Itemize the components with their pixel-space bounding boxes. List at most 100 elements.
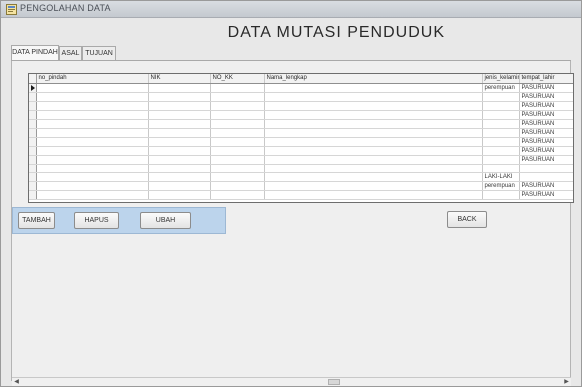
table-cell[interactable] [482, 110, 520, 120]
tab-tujuan[interactable]: TUJUAN [82, 46, 116, 61]
table-row[interactable]: PASURUAN [29, 146, 573, 156]
table-cell[interactable] [36, 190, 149, 200]
table-cell[interactable] [264, 110, 483, 120]
table-cell[interactable] [264, 83, 483, 93]
table-cell[interactable]: LAKI-LAKI [482, 172, 520, 182]
table-cell[interactable] [148, 146, 211, 156]
table-cell[interactable]: PASURUAN [519, 190, 573, 200]
table-cell[interactable] [148, 190, 211, 200]
table-cell[interactable] [36, 164, 149, 173]
column-header-no-kk[interactable]: NO_KK [210, 74, 265, 84]
row-selector[interactable] [29, 110, 37, 120]
row-selector[interactable] [29, 137, 37, 147]
column-header-tempat-lahir[interactable]: tempat_lahir [519, 74, 573, 84]
table-cell[interactable] [482, 155, 520, 165]
table-cell[interactable] [148, 128, 211, 138]
row-selector[interactable] [29, 101, 37, 111]
ubah-button[interactable]: UBAH [140, 212, 191, 229]
table-cell[interactable] [264, 172, 483, 182]
table-cell[interactable] [210, 190, 265, 200]
table-cell[interactable] [210, 110, 265, 120]
table-cell[interactable] [482, 190, 520, 200]
horizontal-scrollbar[interactable]: ◀ ▶ [12, 377, 571, 386]
table-cell[interactable] [264, 119, 483, 129]
table-cell[interactable] [148, 155, 211, 165]
table-cell[interactable] [36, 146, 149, 156]
table-cell[interactable] [148, 83, 211, 93]
scroll-right-icon[interactable]: ▶ [562, 378, 571, 386]
table-cell[interactable] [148, 164, 211, 173]
table-row[interactable]: PASURUAN [29, 190, 573, 200]
table-cell[interactable]: PASURUAN [519, 92, 573, 102]
table-cell[interactable] [210, 119, 265, 129]
table-cell[interactable]: PASURUAN [519, 128, 573, 138]
table-cell[interactable] [482, 92, 520, 102]
table-cell[interactable] [210, 137, 265, 147]
row-selector[interactable] [29, 83, 37, 93]
table-cell[interactable] [36, 119, 149, 129]
table-cell[interactable] [264, 181, 483, 191]
table-cell[interactable] [36, 83, 149, 93]
table-cell[interactable]: PASURUAN [519, 110, 573, 120]
table-cell[interactable] [36, 137, 149, 147]
table-cell[interactable] [36, 181, 149, 191]
table-cell[interactable]: PASURUAN [519, 101, 573, 111]
column-header-jenis-kelamin[interactable]: jenis_kelamin [482, 74, 520, 84]
scroll-left-icon[interactable]: ◀ [12, 378, 21, 386]
table-cell[interactable] [482, 164, 520, 173]
table-cell[interactable] [482, 119, 520, 129]
table-cell[interactable] [264, 101, 483, 111]
title-bar[interactable]: PENGOLAHAN DATA [1, 1, 581, 18]
table-cell[interactable] [36, 92, 149, 102]
table-cell[interactable] [482, 128, 520, 138]
row-selector[interactable] [29, 181, 37, 191]
table-row[interactable] [29, 164, 573, 173]
table-cell[interactable] [264, 164, 483, 173]
table-cell[interactable] [264, 128, 483, 138]
row-selector[interactable] [29, 172, 37, 182]
table-cell[interactable] [148, 101, 211, 111]
table-cell[interactable] [148, 172, 211, 182]
row-selector[interactable] [29, 119, 37, 129]
table-cell[interactable]: PASURUAN [519, 137, 573, 147]
table-cell[interactable] [36, 155, 149, 165]
scroll-thumb[interactable] [328, 379, 340, 385]
table-row[interactable]: perempuan PASURUAN [29, 83, 573, 93]
row-selector[interactable] [29, 146, 37, 156]
table-cell[interactable] [148, 137, 211, 147]
table-cell[interactable]: PASURUAN [519, 146, 573, 156]
table-cell[interactable]: PASURUAN [519, 155, 573, 165]
table-cell[interactable]: perempuan [482, 181, 520, 191]
table-cell[interactable] [482, 137, 520, 147]
table-cell[interactable] [148, 92, 211, 102]
table-cell[interactable] [210, 181, 265, 191]
table-cell[interactable] [210, 101, 265, 111]
table-cell[interactable] [264, 190, 483, 200]
table-cell[interactable] [210, 92, 265, 102]
tab-data-pindah[interactable]: DATA PINDAH [11, 45, 59, 61]
table-row[interactable]: LAKI-LAKI [29, 172, 573, 182]
table-cell[interactable] [210, 172, 265, 182]
table-cell[interactable] [148, 119, 211, 129]
data-grid[interactable]: no_pindah NIK NO_KK Nama_lengkap jenis_k… [28, 73, 574, 203]
table-cell[interactable] [210, 83, 265, 93]
table-cell[interactable] [519, 164, 573, 173]
table-cell[interactable]: PASURUAN [519, 83, 573, 93]
table-cell[interactable] [36, 172, 149, 182]
table-row[interactable]: PASURUAN [29, 137, 573, 147]
table-cell[interactable]: PASURUAN [519, 181, 573, 191]
table-cell[interactable] [210, 155, 265, 165]
table-cell[interactable] [482, 101, 520, 111]
row-selector[interactable] [29, 92, 37, 102]
tab-asal[interactable]: ASAL [59, 46, 82, 61]
table-row[interactable]: PASURUAN [29, 92, 573, 102]
table-cell[interactable]: PASURUAN [519, 119, 573, 129]
table-cell[interactable] [264, 155, 483, 165]
hapus-button[interactable]: HAPUS [74, 212, 119, 229]
table-row[interactable]: PASURUAN [29, 119, 573, 129]
table-cell[interactable] [148, 181, 211, 191]
table-cell[interactable]: perempuan [482, 83, 520, 93]
row-selector[interactable] [29, 128, 37, 138]
table-cell[interactable] [36, 110, 149, 120]
row-selector[interactable] [29, 190, 37, 200]
